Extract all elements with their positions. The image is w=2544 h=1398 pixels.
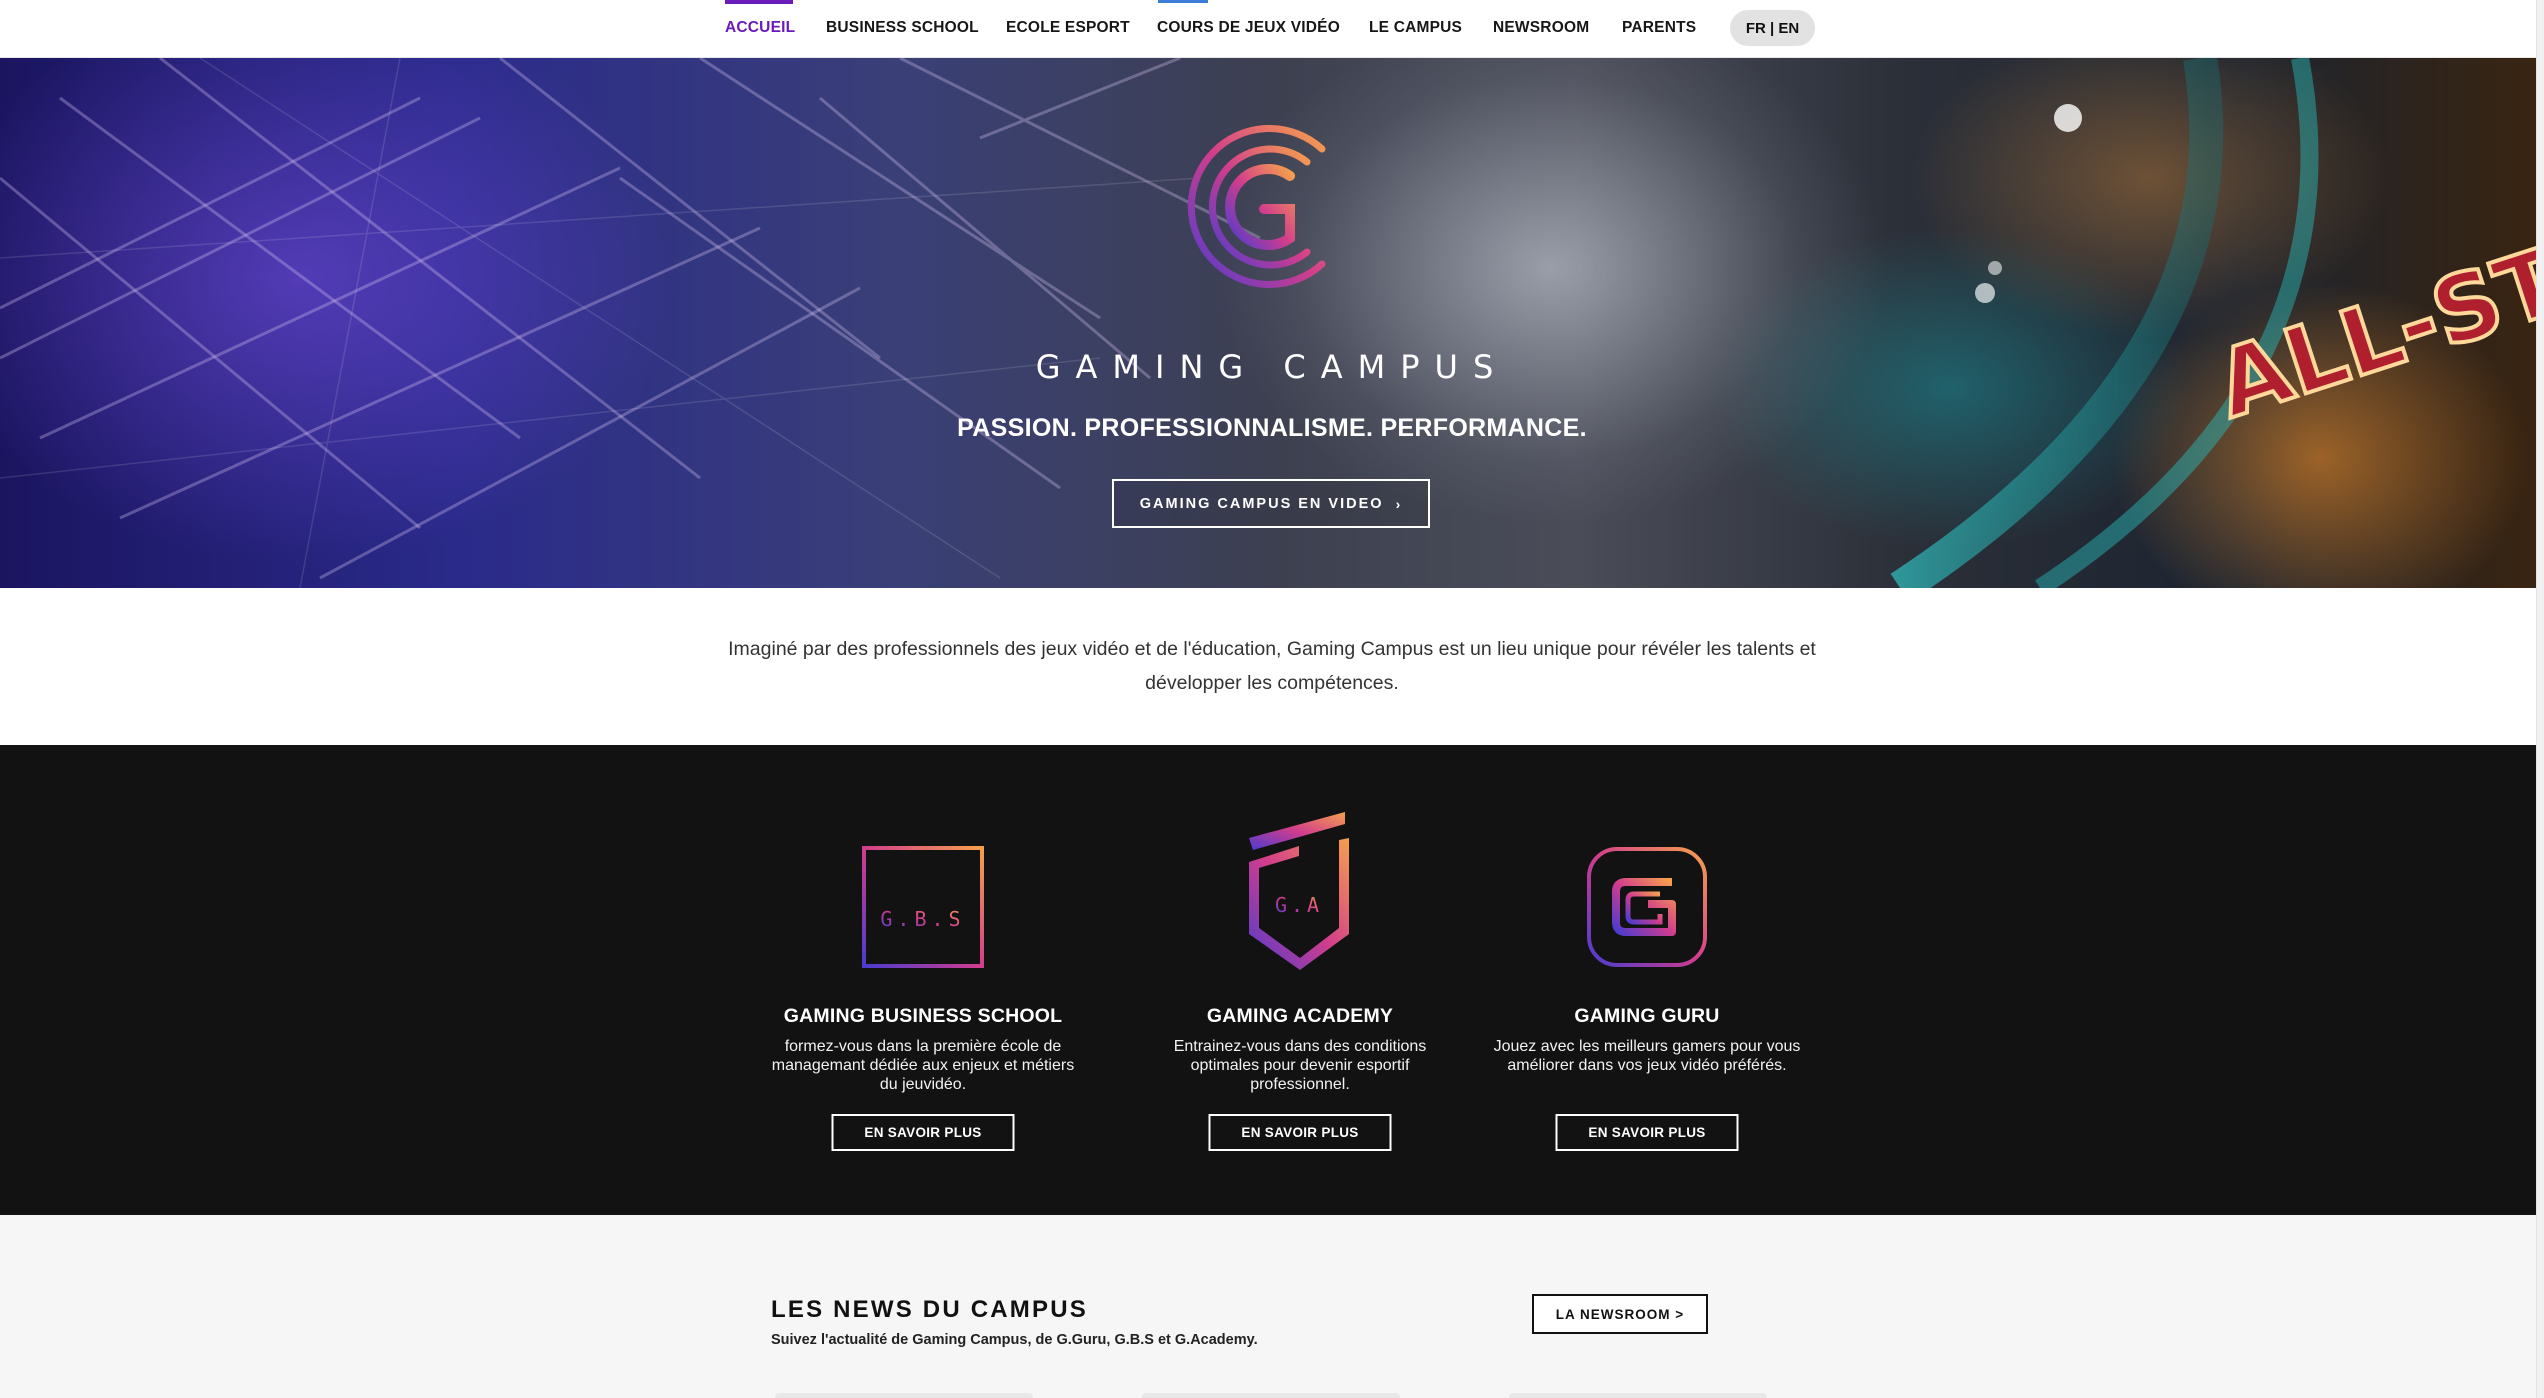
intro-section: Imaginé par des professionnels des jeux …	[0, 588, 2544, 745]
learn-more-button-gbs[interactable]: EN SAVOIR PLUS	[831, 1114, 1015, 1151]
news-card-top[interactable]	[775, 1393, 1033, 1398]
active-nav-indicator	[725, 0, 793, 4]
video-button-label: GAMING CAMPUS EN VIDEO	[1139, 495, 1384, 512]
page: ACCUEIL BUSINESS SCHOOL ECOLE ESPORT COU…	[0, 0, 2544, 1398]
school-description: Entrainez-vous dans des conditions optim…	[1173, 1038, 1427, 1093]
ga-logo-text: G.A	[1275, 893, 1323, 917]
guru-logo-icon	[1587, 847, 1707, 967]
school-description: formez-vous dans la première école de ma…	[771, 1038, 1075, 1093]
intro-text: Imaginé par des professionnels des jeux …	[728, 638, 1816, 694]
gbs-logo-text: G.B.S	[880, 907, 965, 931]
top-navigation: ACCUEIL BUSINESS SCHOOL ECOLE ESPORT COU…	[0, 0, 2544, 58]
learn-more-button-ga[interactable]: EN SAVOIR PLUS	[1208, 1114, 1392, 1151]
nav-item-business-school[interactable]: BUSINESS SCHOOL	[826, 19, 979, 37]
news-subtitle: Suivez l'actualité de Gaming Campus, de …	[771, 1332, 1258, 1348]
nav-item-ecole-esport[interactable]: ECOLE ESPORT	[1006, 19, 1130, 37]
hero-banner: ALL-STAR GAMING CAMPUS PASSION. PROFESSI…	[0, 58, 2544, 588]
news-card-top[interactable]	[1509, 1393, 1767, 1398]
school-description: Jouez avec les meilleurs gamers pour vou…	[1493, 1038, 1801, 1074]
school-title: GAMING ACADEMY	[1206, 1005, 1394, 1027]
chevron-right-icon: ›	[1395, 495, 1403, 512]
nav-item-newsroom[interactable]: NEWSROOM	[1493, 19, 1589, 37]
all-star-text: ALL-STAR	[2204, 186, 2544, 439]
nav-hover-indicator	[1158, 0, 1208, 3]
school-title: GAMING BUSINESS SCHOOL	[783, 1005, 1063, 1027]
nav-item-le-campus[interactable]: LE CAMPUS	[1369, 19, 1462, 37]
gaming-campus-logo	[1187, 125, 1326, 288]
gbs-logo-icon: G.B.S	[862, 846, 984, 968]
language-switcher[interactable]: FR | EN	[1730, 10, 1815, 46]
nav-item-cours-de-jeux-video[interactable]: COURS DE JEUX VIDÉO	[1157, 19, 1340, 37]
school-title: GAMING GURU	[1574, 1005, 1720, 1027]
learn-more-button-guru[interactable]: EN SAVOIR PLUS	[1555, 1114, 1739, 1151]
school-card-ga: G.A GAMING ACADEMY Entrainez-vous dans d…	[1130, 745, 1470, 1215]
hero-tagline: PASSION. PROFESSIONNALISME. PERFORMANCE.	[957, 414, 1587, 442]
news-section: LES NEWS DU CAMPUS Suivez l'actualité de…	[0, 1215, 2544, 1398]
schools-section: G.B.S GAMING BUSINESS SCHOOL formez-vous…	[0, 745, 2544, 1215]
news-card-top[interactable]	[1142, 1393, 1400, 1398]
ga-shield-logo-icon: G.A	[1249, 812, 1349, 970]
video-button[interactable]: GAMING CAMPUS EN VIDEO ›	[1112, 479, 1430, 528]
school-card-guru: GAMING GURU Jouez avec les meilleurs gam…	[1477, 745, 1817, 1215]
nav-item-accueil[interactable]: ACCUEIL	[725, 19, 795, 37]
nav-item-parents[interactable]: PARENTS	[1622, 19, 1696, 37]
vertical-scrollbar[interactable]	[2536, 0, 2544, 1398]
school-card-gbs: G.B.S GAMING BUSINESS SCHOOL formez-vous…	[753, 745, 1093, 1215]
newsroom-button[interactable]: LA NEWSROOM >	[1532, 1294, 1708, 1334]
hero-brand-title: GAMING CAMPUS	[1035, 348, 1509, 386]
news-title: LES NEWS DU CAMPUS	[771, 1296, 1088, 1323]
